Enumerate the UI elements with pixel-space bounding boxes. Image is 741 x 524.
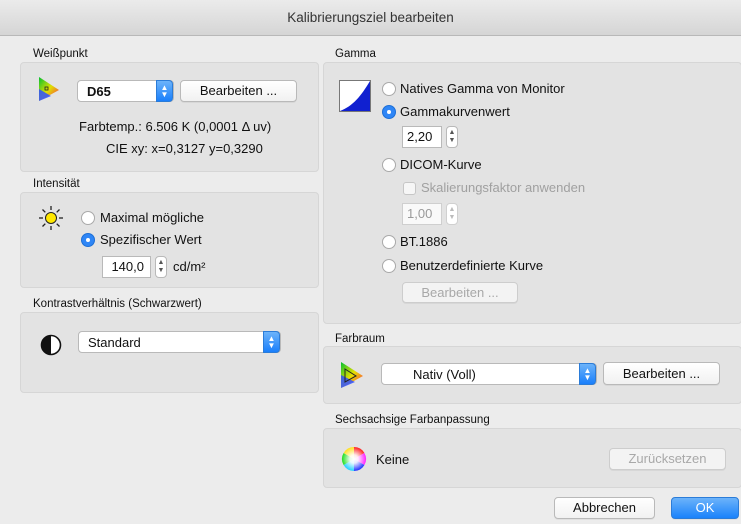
sun-icon [39,206,63,230]
cancel-button[interactable]: Abbrechen [554,497,655,519]
gamma-label: Gamma [335,48,376,60]
sixaxis-label: Sechsachsige Farbanpassung [335,414,490,426]
intensity-max-radio[interactable] [81,211,95,225]
window-title: Kalibrierungsziel bearbeiten [0,0,741,36]
intensity-group: Maximal mögliche Spezifischer Wert 140,0… [20,192,319,288]
gamma-custom-label[interactable]: Benutzerdefinierte Kurve [400,258,543,273]
color-wheel-icon [341,447,367,471]
ok-button[interactable]: OK [671,497,739,519]
contrast-group: Standard ▲ ▼ [20,312,319,393]
gamma-native-radio[interactable] [382,82,396,96]
gamma-custom-radio[interactable] [382,259,396,273]
custom-curve-edit-button[interactable]: Bearbeiten ... [402,282,518,303]
intensity-value-field[interactable]: 140,0 [102,256,151,278]
contrast-value: Standard [88,335,141,350]
sixaxis-value: Keine [376,452,410,467]
contrast-icon [40,334,62,356]
intensity-label: Intensität [33,178,80,190]
whitepoint-label: Weißpunkt [33,48,88,60]
sixaxis-group: Keine Zurücksetzen [323,428,741,488]
scaling-factor-checkbox[interactable] [403,182,416,195]
dialog-window: Kalibrierungsziel bearbeiten Weißpunkt D… [0,0,741,524]
whitepoint-cie: CIE xy: x=0,3127 y=0,3290 [106,141,263,156]
gamma-curve-value-field[interactable]: 2,20 [402,126,442,148]
select-arrows-icon: ▲ ▼ [579,363,596,385]
colorspace-select[interactable]: Nativ (Voll) ▲ ▼ [381,363,597,385]
contrast-select[interactable]: Standard ▲ ▼ [78,331,281,353]
intensity-max-label[interactable]: Maximal mögliche [100,210,204,225]
gamma-dicom-label[interactable]: DICOM-Kurve [400,157,482,172]
scaling-factor-stepper[interactable]: ▲ ▼ [446,203,458,225]
gamma-bt1886-label[interactable]: BT.1886 [400,234,448,249]
colorspace-value: Nativ (Voll) [413,367,476,382]
intensity-stepper[interactable]: ▲ ▼ [155,256,167,278]
scaling-factor-label[interactable]: Skalierungsfaktor anwenden [421,180,585,195]
colorspace-edit-button[interactable]: Bearbeiten ... [603,362,720,385]
intensity-specific-label[interactable]: Spezifischer Wert [100,232,202,247]
gamma-curve-icon [339,80,371,112]
select-arrows-icon: ▲ ▼ [263,331,280,353]
gamma-curve-label[interactable]: Gammakurvenwert [400,104,510,119]
gamma-group: Natives Gamma von Monitor Gammakurvenwer… [323,62,741,324]
whitepoint-colortemp: Farbtemp.: 6.506 K (0,0001 Δ uv) [79,119,272,134]
gamma-curve-stepper[interactable]: ▲ ▼ [446,126,458,148]
color-triangle-icon [39,77,59,101]
whitepoint-edit-button[interactable]: Bearbeiten ... [180,80,297,102]
colorspace-label: Farbraum [335,333,385,345]
whitepoint-group: D65 ▲ ▼ Bearbeiten ... Farbtemp.: 6.506 K… [20,62,319,172]
gamma-dicom-radio[interactable] [382,158,396,172]
scaling-factor-value-field[interactable]: 1,00 [402,203,442,225]
sixaxis-reset-button[interactable]: Zurücksetzen [609,448,726,470]
gamma-native-label[interactable]: Natives Gamma von Monitor [400,81,565,96]
contrast-label: Kontrastverhältnis (Schwarzwert) [33,298,202,310]
intensity-unit: cd/m² [173,259,206,274]
color-gamut-icon [341,362,363,388]
whitepoint-preset-value: D65 [87,84,111,99]
colorspace-group: Nativ (Voll) ▲ ▼ Bearbeiten ... [323,346,741,404]
select-arrows-icon: ▲ ▼ [156,80,173,102]
gamma-bt1886-radio[interactable] [382,235,396,249]
intensity-specific-radio[interactable] [81,233,95,247]
whitepoint-preset-select[interactable]: D65 ▲ ▼ [77,80,174,102]
gamma-curve-radio[interactable] [382,105,396,119]
